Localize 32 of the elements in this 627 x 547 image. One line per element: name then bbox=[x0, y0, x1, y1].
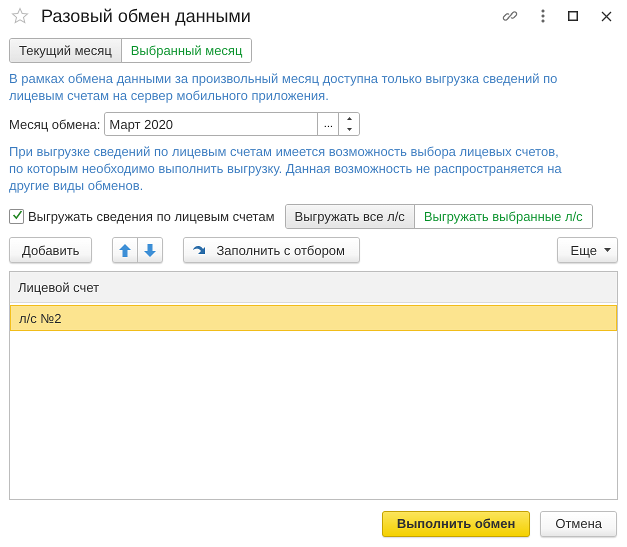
up-arrow-icon bbox=[119, 244, 132, 256]
table-row[interactable]: л/с №2 bbox=[10, 305, 617, 331]
more-button[interactable]: Еще bbox=[556, 237, 618, 263]
spin-button[interactable] bbox=[339, 112, 360, 136]
down-arrow-icon bbox=[144, 244, 156, 256]
export-mode-tab[interactable]: Выгружать все л/с bbox=[286, 205, 414, 228]
caret-icon bbox=[604, 248, 611, 252]
info-text: При выгрузке сведений по лицевым счетам имеется возможность выбора лицевых счетов, по которым необходимо выполнить выгрузку. Данная возможность не распространяется на другие виды обменов. bbox=[9, 143, 563, 194]
curved-arrow-icon bbox=[192, 244, 206, 256]
up-triangle-icon bbox=[346, 117, 352, 120]
window-title: Разовый обмен данными bbox=[41, 6, 251, 26]
close-icon[interactable] bbox=[601, 10, 612, 22]
info-text: В рамках обмена данными за произвольный месяц доступна только выгрузка сведений по лицевым счетам на сервер мобильного приложения. bbox=[9, 70, 558, 104]
more-icon[interactable] bbox=[541, 9, 545, 23]
choose-button[interactable]: ... bbox=[317, 112, 340, 136]
cancel-button[interactable]: Отмена bbox=[540, 510, 617, 536]
star-icon[interactable] bbox=[11, 7, 29, 25]
add-button[interactable]: Добавить bbox=[9, 237, 92, 263]
execute-button[interactable]: Выполнить обмен bbox=[382, 510, 530, 536]
down-triangle-icon bbox=[346, 128, 352, 131]
maximize-icon[interactable] bbox=[568, 11, 578, 21]
month-label: Месяц обмена: bbox=[9, 116, 100, 132]
fill-button[interactable]: Заполнить с отбором bbox=[183, 237, 360, 263]
move-up-button[interactable] bbox=[112, 237, 138, 263]
column-header[interactable]: Лицевой счет bbox=[18, 280, 100, 294]
export-mode-tab[interactable]: Выгружать выбранные л/с bbox=[414, 205, 592, 228]
move-down-button[interactable] bbox=[138, 237, 164, 263]
period-tab[interactable]: Выбранный месяц bbox=[120, 39, 252, 62]
month-field[interactable]: Март 2020 bbox=[104, 112, 318, 136]
period-tab[interactable]: Текущий месяц bbox=[10, 39, 121, 62]
checkmark-icon bbox=[12, 208, 23, 222]
export-checkbox[interactable]: Выгружать сведения по лицевым счетам bbox=[9, 209, 275, 224]
